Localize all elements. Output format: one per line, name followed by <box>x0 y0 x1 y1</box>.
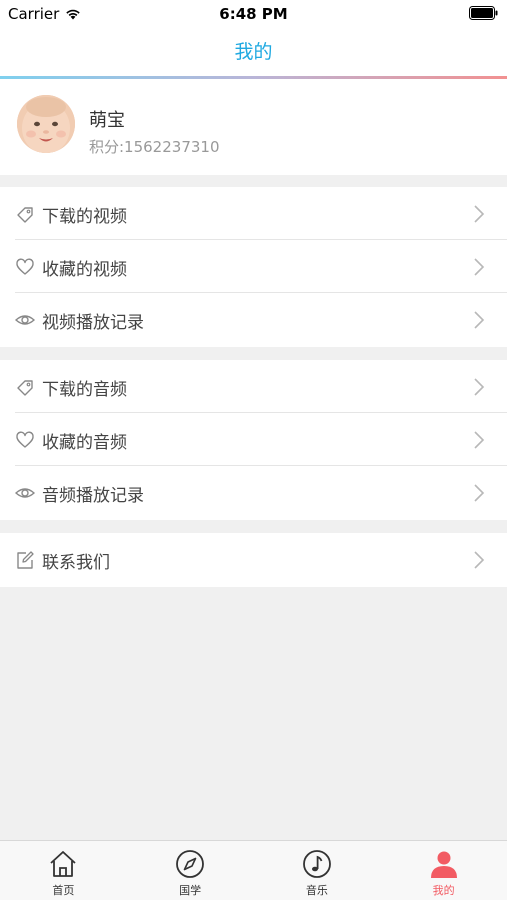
tab-label: 国学 <box>179 884 202 897</box>
row-label: 视频播放记录 <box>42 313 144 333</box>
tag-icon <box>17 380 33 396</box>
menu-row-video-history[interactable]: 视频播放记录 <box>0 293 507 346</box>
status-bar: Carrier 6:48 PM <box>0 0 507 28</box>
menu-row-favorite-audio[interactable]: 收藏的音频 <box>0 413 507 466</box>
chevron-right-icon <box>474 551 485 569</box>
heart-icon <box>16 431 34 448</box>
home-icon <box>50 851 76 877</box>
navigation-bar: 我的 <box>0 28 507 77</box>
menu-row-downloaded-videos[interactable]: 下载的视频 <box>0 187 507 240</box>
chevron-right-icon <box>474 311 485 329</box>
baby-face-icon <box>17 95 75 153</box>
battery-icon <box>469 6 498 20</box>
chevron-right-icon <box>474 378 485 396</box>
row-label: 收藏的音频 <box>42 433 127 453</box>
row-label: 音频播放记录 <box>42 486 144 506</box>
tab-label: 我的 <box>432 884 455 897</box>
status-time: 6:48 PM <box>219 5 288 23</box>
edit-icon <box>17 551 34 569</box>
row-label: 联系我们 <box>42 553 110 573</box>
profile-card[interactable]: 萌宝 积分:1562237310 <box>0 79 507 175</box>
chevron-right-icon <box>474 484 485 502</box>
video-menu-group: 下载的视频 收藏的视频 视频播放记录 <box>0 187 507 347</box>
tab-label: 音乐 <box>305 884 328 897</box>
person-icon <box>430 851 457 878</box>
page-title: 我的 <box>234 41 273 63</box>
menu-row-favorite-videos[interactable]: 收藏的视频 <box>0 240 507 293</box>
contact-menu-group: 联系我们 <box>0 533 507 587</box>
avatar[interactable] <box>17 95 75 153</box>
row-label: 收藏的视频 <box>42 260 127 280</box>
tab-home[interactable]: 首页 <box>0 841 127 900</box>
music-note-icon <box>302 850 331 878</box>
chevron-right-icon <box>474 205 485 223</box>
menu-row-contact-us[interactable]: 联系我们 <box>0 533 507 586</box>
profile-points: 积分:1562237310 <box>89 138 220 156</box>
menu-row-downloaded-audio[interactable]: 下载的音频 <box>0 360 507 413</box>
tab-label: 首页 <box>52 884 75 897</box>
heart-icon <box>16 258 34 275</box>
eye-icon <box>15 488 35 498</box>
audio-menu-group: 下载的音频 收藏的音频 音频播放记录 <box>0 360 507 520</box>
row-label: 下载的视频 <box>42 207 127 227</box>
chevron-right-icon <box>474 431 485 449</box>
tab-music[interactable]: 音乐 <box>254 841 381 900</box>
tab-bar: 首页 国学 音乐 我的 <box>0 840 507 900</box>
tab-mine[interactable]: 我的 <box>380 841 507 900</box>
tab-guoxue[interactable]: 国学 <box>127 841 254 900</box>
menu-row-audio-history[interactable]: 音频播放记录 <box>0 466 507 519</box>
tag-icon <box>17 207 33 223</box>
profile-name: 萌宝 <box>89 110 125 131</box>
eye-icon <box>15 315 35 325</box>
row-label: 下载的音频 <box>42 380 127 400</box>
compass-icon <box>176 850 205 878</box>
chevron-right-icon <box>474 258 485 276</box>
